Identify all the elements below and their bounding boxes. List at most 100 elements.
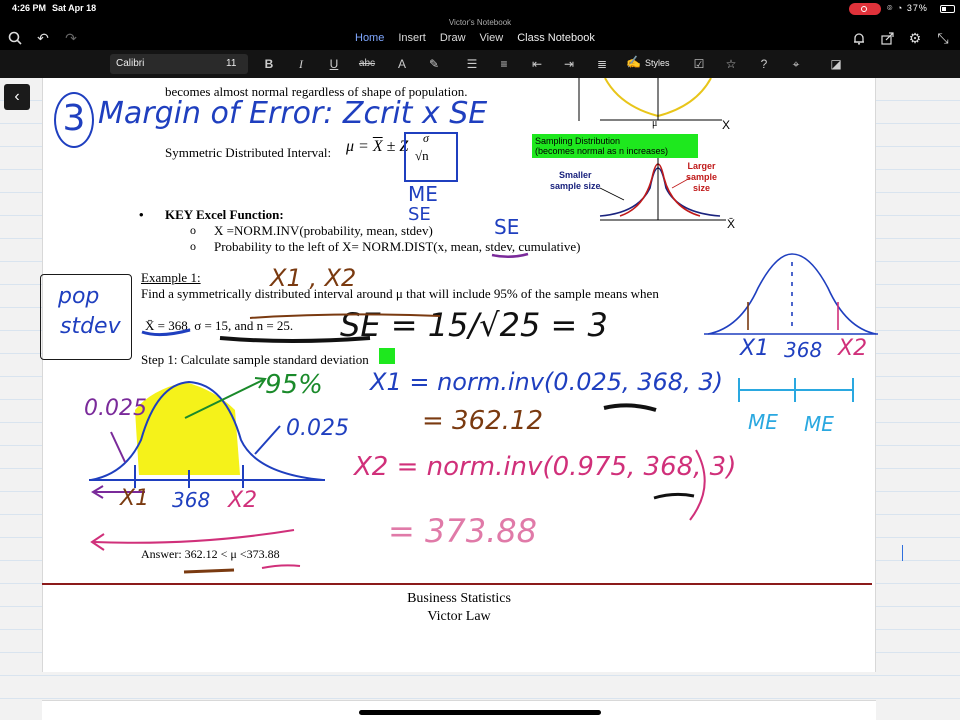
mu-label: μ (652, 118, 658, 129)
ink-stdev: stdev (60, 314, 121, 339)
search-icon[interactable] (6, 29, 24, 47)
ink-pink-arrow-and-underlines (90, 529, 301, 574)
ink-me-brackets (738, 378, 854, 402)
ink-x1-result: = 362.12 (422, 406, 544, 436)
tab-insert[interactable]: Insert (391, 32, 433, 44)
ink-underline-stdev (491, 252, 529, 258)
sub-bullet-1: o (190, 223, 196, 237)
ink-circled-3: 3 (54, 92, 94, 148)
formula-mu: μ = X ± Z (346, 138, 409, 155)
font-name: Calibri (116, 58, 145, 69)
ink-right-x2: X2 (838, 336, 868, 361)
sampling-line1: Sampling Distribution (535, 136, 621, 146)
ribbon-tab-bar: ↶ ↷ Home Insert Draw View Class Notebook… (0, 26, 960, 50)
star-icon[interactable]: ☆ (721, 56, 741, 72)
tag-icon[interactable]: ⌖ (786, 56, 806, 72)
sample-text: sample (686, 172, 718, 182)
align-icon[interactable]: ≣ (592, 56, 612, 72)
tab-view[interactable]: View (473, 32, 511, 44)
undo-icon[interactable]: ↶ (34, 29, 52, 47)
ink-x1-formula: X1 = norm.inv(0.025, 368, 3) (370, 368, 723, 396)
sampling-distribution-figure (578, 78, 726, 221)
outdent-icon[interactable]: ⇤ (527, 56, 547, 72)
chevron-left-icon[interactable]: ‹ (4, 84, 30, 110)
indent-icon[interactable]: ⇥ (559, 56, 579, 72)
redo-icon[interactable]: ↷ (62, 29, 80, 47)
screen-record-indicator[interactable] (849, 3, 881, 15)
smaller-sample-label: Smaller sample size (550, 170, 601, 192)
larger-text: Larger (687, 161, 716, 171)
numbered-list-icon[interactable]: ≡ (494, 56, 514, 72)
ink-axis-368: 368 (172, 488, 211, 512)
status-bar: 4:26 PM Sat Apr 18 ⌾ ◔ 37% (0, 0, 960, 18)
norm-inv-line: X =NORM.INV(probability, mean, stdev) (214, 223, 433, 238)
status-date: Sat Apr 18 (52, 3, 97, 13)
font-picker[interactable]: Calibri 11 (110, 54, 248, 74)
help-icon[interactable]: ? (754, 56, 774, 72)
example-text: Find a symmetrically distributed interva… (141, 286, 659, 301)
sampling-distribution-label: Sampling Distribution (becomes normal as… (532, 134, 698, 158)
ink-x1-scribble (603, 403, 657, 412)
bullet-list-icon[interactable]: ☰ (462, 56, 482, 72)
ribbon-tabs: Home Insert Draw View Class Notebook (348, 32, 602, 44)
share-icon[interactable] (878, 29, 896, 47)
sigma-xbar-highlight (379, 348, 395, 364)
page-view-icon[interactable]: ◪ (826, 56, 846, 72)
wifi-icon: ⌾ ◔ 37% (887, 3, 928, 13)
ink-95-percent: 95% (265, 370, 323, 400)
sampling-line2: (becomes normal as n increases) (535, 146, 669, 156)
ink-me-right: ME (804, 412, 834, 436)
checkbox-icon[interactable]: ☑ (689, 56, 709, 72)
ink-se-2: SE (494, 215, 520, 239)
underline-icon[interactable]: U (324, 56, 344, 72)
styles-icon: ✍ (626, 55, 641, 69)
italic-icon[interactable]: I (291, 56, 311, 72)
ink-box-around-se (404, 132, 458, 182)
styles-button[interactable]: ✍ Styles (626, 55, 669, 69)
highlight-icon[interactable]: ✎ (424, 56, 444, 72)
key-excel-heading: KEY Excel Function: (165, 207, 284, 222)
styles-label: Styles (644, 58, 670, 68)
sym-interval-label: Symmetric Distributed Interval: (165, 145, 332, 160)
ink-se: SE (408, 204, 431, 225)
ink-underlines-given (141, 313, 441, 343)
ink-right-x1: X1 (740, 336, 770, 361)
tab-home[interactable]: Home (348, 32, 391, 44)
battery-icon (940, 5, 955, 13)
ink-right-bell-curve (704, 253, 878, 335)
xbar-label: X̄ (727, 217, 736, 231)
tab-class-notebook[interactable]: Class Notebook (510, 32, 602, 44)
larger-sample-label: Larger sample size (686, 161, 717, 194)
ink-right-368: 368 (784, 338, 823, 362)
footer-course: Business Statistics (407, 591, 511, 606)
page-border-line (42, 583, 872, 585)
smaller-text: Smaller (559, 170, 592, 180)
ink-me: ME (408, 182, 438, 206)
font-color-icon[interactable]: A (392, 56, 412, 72)
ink-x1-x2: X1 , X2 (270, 264, 357, 292)
bell-icon[interactable] (850, 29, 868, 47)
step1-text: Step 1: Calculate sample standard deviat… (141, 352, 369, 367)
ink-me-left: ME (748, 410, 778, 434)
collapse-icon[interactable]: ⤡ (934, 29, 952, 47)
font-size[interactable]: 11 (226, 58, 236, 69)
bold-icon[interactable]: B (259, 56, 279, 72)
bullet-key: • (139, 207, 144, 222)
sub-bullet-2: o (190, 239, 196, 253)
notebook-canvas[interactable]: ‹ becomes almost normal regardless of sh… (0, 78, 960, 720)
size-text: size (693, 183, 711, 193)
example-title: Example 1: (141, 270, 201, 285)
ink-0025-left: 0.025 (84, 396, 147, 421)
strikethrough-icon[interactable]: abc (356, 56, 378, 72)
x-label: X (722, 118, 731, 132)
ink-0025-right: 0.025 (286, 416, 349, 441)
home-indicator[interactable] (359, 710, 601, 715)
ink-x2-result: = 373.88 (388, 512, 537, 550)
sample-size-text: sample size (550, 181, 601, 191)
battery-percent: 37% (906, 3, 928, 13)
text-cursor (902, 545, 903, 561)
ink-pop: pop (58, 284, 100, 309)
ink-axis-x1: X1 (120, 486, 150, 511)
gear-icon[interactable]: ⚙ (906, 29, 924, 47)
tab-draw[interactable]: Draw (433, 32, 473, 44)
